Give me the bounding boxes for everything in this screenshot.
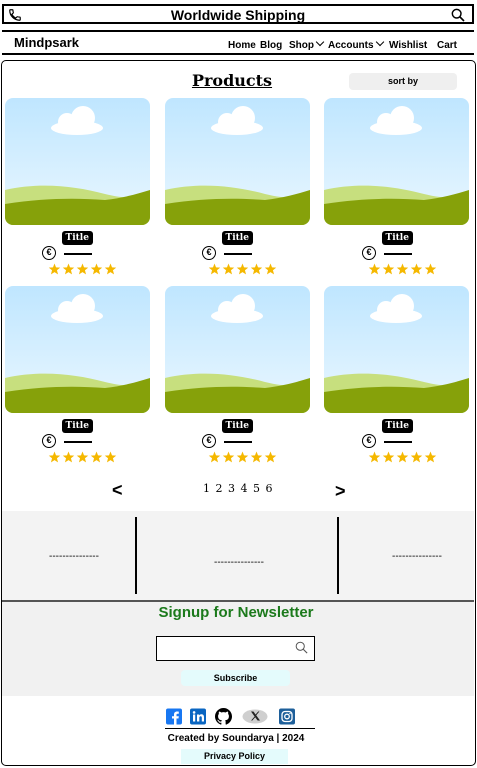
nav-shop[interactable]: Shop xyxy=(289,37,325,51)
star-icon xyxy=(396,263,409,275)
pagination-next-button[interactable]: > xyxy=(335,481,346,502)
sort-by-select[interactable]: sort by xyxy=(349,73,457,90)
search-icon[interactable] xyxy=(450,7,466,23)
rating-stars xyxy=(48,263,117,275)
star-icon xyxy=(62,263,75,275)
subscribe-button[interactable]: Subscribe xyxy=(181,670,290,686)
star-icon xyxy=(250,263,263,275)
info-placeholder: --------------- xyxy=(214,557,264,568)
star-icon xyxy=(264,263,277,275)
euro-icon: € xyxy=(202,246,216,260)
product-image-placeholder[interactable] xyxy=(165,286,310,413)
product-title[interactable]: Title xyxy=(221,419,253,433)
rating-stars xyxy=(208,451,277,463)
star-icon xyxy=(222,451,235,463)
divider xyxy=(135,517,137,594)
newsletter-email-input[interactable] xyxy=(156,636,315,661)
product-title[interactable]: Title xyxy=(61,231,93,245)
star-icon xyxy=(410,263,423,275)
price-placeholder xyxy=(64,253,92,255)
price-placeholder xyxy=(64,441,92,443)
instagram-icon[interactable] xyxy=(279,708,295,725)
star-icon xyxy=(76,451,89,463)
product-image-placeholder[interactable] xyxy=(5,286,150,413)
product-image-placeholder[interactable] xyxy=(5,98,150,225)
search-icon[interactable] xyxy=(294,640,309,655)
info-placeholder: --------------- xyxy=(392,551,442,562)
linkedin-icon[interactable] xyxy=(190,708,206,725)
info-placeholder: --------------- xyxy=(49,551,99,562)
product-title[interactable]: Title xyxy=(381,419,413,433)
euro-icon: € xyxy=(42,246,56,260)
product-title[interactable]: Title xyxy=(381,231,413,245)
rating-stars xyxy=(368,451,437,463)
star-icon xyxy=(90,263,103,275)
star-icon xyxy=(48,451,61,463)
price-placeholder xyxy=(384,441,412,443)
navbar: Mindpsark Home Blog Shop Accounts Wishli… xyxy=(2,30,474,55)
price-placeholder xyxy=(224,253,252,255)
star-icon xyxy=(208,451,221,463)
nav-accounts[interactable]: Accounts xyxy=(328,37,384,51)
euro-icon: € xyxy=(42,434,56,448)
star-icon xyxy=(382,263,395,275)
chevron-down-icon xyxy=(375,37,384,47)
newsletter-title: Signup for Newsletter xyxy=(158,604,314,621)
nav-cart[interactable]: Cart xyxy=(437,40,457,51)
star-icon xyxy=(368,263,381,275)
brand-logo-text[interactable]: Mindpsark xyxy=(14,35,79,50)
star-icon xyxy=(104,263,117,275)
product-title[interactable]: Title xyxy=(221,231,253,245)
star-icon xyxy=(90,451,103,463)
price-placeholder xyxy=(224,441,252,443)
star-icon xyxy=(208,263,221,275)
star-icon xyxy=(396,451,409,463)
euro-icon: € xyxy=(362,434,376,448)
product-image-placeholder[interactable] xyxy=(324,286,469,413)
nav-blog[interactable]: Blog xyxy=(260,40,282,51)
shipping-banner-text: Worldwide Shipping xyxy=(170,7,306,23)
star-icon xyxy=(368,451,381,463)
euro-icon: € xyxy=(202,434,216,448)
star-icon xyxy=(236,451,249,463)
facebook-icon[interactable] xyxy=(166,708,182,725)
star-icon xyxy=(250,451,263,463)
pagination-pages[interactable]: 1 2 3 4 5 6 xyxy=(203,482,273,495)
rating-stars xyxy=(208,263,277,275)
star-icon xyxy=(236,263,249,275)
divider xyxy=(337,517,339,594)
top-banner: Worldwide Shipping xyxy=(2,4,474,24)
star-icon xyxy=(62,451,75,463)
footer-credit: Created by Soundarya | 2024 xyxy=(167,733,305,744)
price-placeholder xyxy=(384,253,412,255)
star-icon xyxy=(382,451,395,463)
rating-stars xyxy=(48,451,117,463)
rating-stars xyxy=(368,263,437,275)
star-icon xyxy=(264,451,277,463)
product-image-placeholder[interactable] xyxy=(165,98,310,225)
euro-icon: € xyxy=(362,246,376,260)
x-twitter-icon[interactable] xyxy=(242,708,268,725)
github-icon[interactable] xyxy=(215,708,232,725)
divider xyxy=(165,728,315,729)
pagination-prev-button[interactable]: < xyxy=(112,480,123,501)
star-icon xyxy=(76,263,89,275)
star-icon xyxy=(48,263,61,275)
star-icon xyxy=(424,451,437,463)
star-icon xyxy=(424,263,437,275)
product-image-placeholder[interactable] xyxy=(324,98,469,225)
star-icon xyxy=(222,263,235,275)
star-icon xyxy=(410,451,423,463)
product-title[interactable]: Title xyxy=(61,419,93,433)
chevron-down-icon xyxy=(315,37,325,47)
star-icon xyxy=(104,451,117,463)
privacy-policy-link[interactable]: Privacy Policy xyxy=(181,749,288,764)
nav-wishlist[interactable]: Wishlist xyxy=(389,40,427,51)
nav-home[interactable]: Home xyxy=(228,40,256,51)
